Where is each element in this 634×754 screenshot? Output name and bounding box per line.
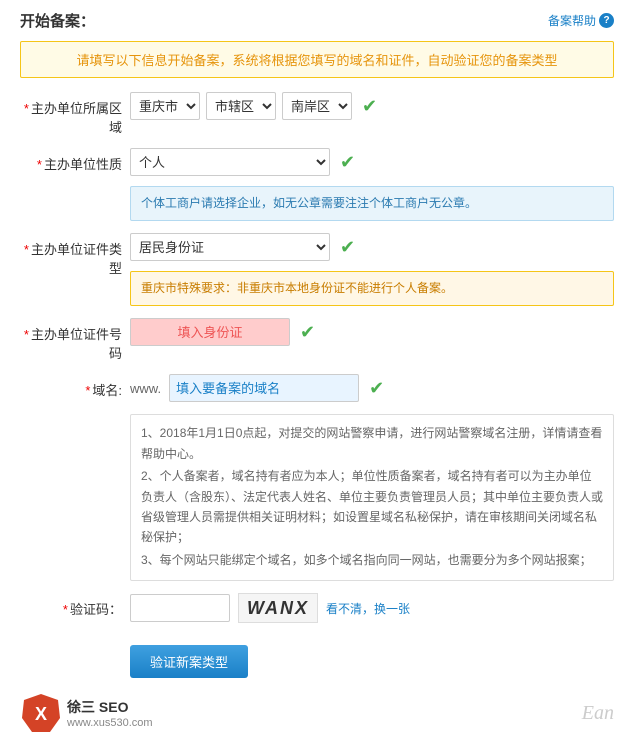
region-group: *主办单位所属区域 重庆市 市辖区 南岸区 ✔: [20, 92, 614, 136]
district-select[interactable]: 南岸区: [282, 92, 352, 120]
domain-check-icon: ✔: [369, 378, 384, 399]
logo-badge: X 徐三 SEO www.xus530.com: [20, 692, 153, 734]
cert-type-check-icon: ✔: [340, 237, 355, 258]
cert-type-select[interactable]: 居民身份证: [130, 233, 330, 261]
notes-content: 1、2018年1月1日0点起，对提交的网站警察申请，进行网站警察域名注册，详情请…: [130, 414, 614, 581]
captcha-group: *验证码： hanx WANX 看不清，换一张: [20, 593, 614, 623]
notice-bar: 请填写以下信息开始备案，系统将根据您填写的域名和证件，自动验证您的备案类型: [20, 41, 614, 78]
logo-svg: X: [20, 692, 62, 734]
notes-item-1: 1、2018年1月1日0点起，对提交的网站警察申请，进行网站警察域名注册，详情请…: [141, 423, 603, 464]
footer-section: X 徐三 SEO www.xus530.com Ean: [20, 692, 614, 734]
notes-item-3: 3、每个网站只能绑定个域名，如多个域名指向同一网站，也需要分为多个网站报案；: [141, 550, 603, 570]
submit-button[interactable]: 验证新案类型: [130, 645, 248, 678]
domain-input[interactable]: [169, 374, 359, 402]
cert-type-warning: 重庆市特殊要求：非重庆市本地身份证不能进行个人备案。: [130, 271, 614, 306]
logo-shape: X: [20, 692, 62, 734]
cert-type-content: 居民身份证 ✔ 重庆市特殊要求：非重庆市本地身份证不能进行个人备案。: [130, 233, 614, 306]
unit-type-content: 个人 ✔ 个体工商户请选择企业，如无公章需要注注个体工商户无公章。: [130, 148, 614, 221]
unit-type-select[interactable]: 个人: [130, 148, 330, 176]
svg-text:X: X: [35, 704, 47, 724]
captcha-refresh[interactable]: 看不清，换一张: [326, 600, 410, 617]
notes-item-2: 2、个人备案者，域名持有者应为本人；单位性质备案者，域名持有者可以为主办单位负责…: [141, 466, 603, 548]
domain-prefix: www.: [130, 381, 161, 396]
region-check-icon: ✔: [362, 96, 377, 117]
region-label: *主办单位所属区域: [20, 92, 130, 136]
captcha-image-text: WANX: [247, 598, 309, 619]
logo-name: 徐三 SEO: [67, 697, 153, 717]
help-link[interactable]: 备案帮助 ?: [548, 12, 614, 29]
help-icon: ?: [599, 13, 614, 28]
notes-group: 1、2018年1月1日0点起，对提交的网站警察申请，进行网站警察域名注册，详情请…: [20, 414, 614, 581]
page-header: 开始备案： 备案帮助 ?: [20, 10, 614, 31]
domain-label: *域名:: [20, 374, 130, 399]
region-content: 重庆市 市辖区 南岸区 ✔: [130, 92, 614, 120]
cert-no-check-icon: ✔: [300, 322, 315, 343]
unit-type-label: *主办单位性质: [20, 148, 130, 173]
notes-box: 1、2018年1月1日0点起，对提交的网站警察申请，进行网站警察域名注册，详情请…: [130, 414, 614, 581]
submit-row: 验证新案类型: [20, 635, 614, 678]
ean-watermark: Ean: [582, 702, 614, 725]
cert-no-label: *主办单位证件号码: [20, 318, 130, 362]
logo-text-block: 徐三 SEO www.xus530.com: [67, 697, 153, 729]
unit-type-group: *主办单位性质 个人 ✔ 个体工商户请选择企业，如无公章需要注注个体工商户无公章…: [20, 148, 614, 221]
cert-type-label: *主办单位证件类型: [20, 233, 130, 277]
cert-type-group: *主办单位证件类型 居民身份证 ✔ 重庆市特殊要求：非重庆市本地身份证不能进行个…: [20, 233, 614, 306]
domain-group: *域名: www. ✔: [20, 374, 614, 402]
page-title: 开始备案：: [20, 10, 95, 31]
cert-no-content: ✔: [130, 318, 614, 346]
domain-content: www. ✔: [130, 374, 614, 402]
captcha-image[interactable]: WANX: [238, 593, 318, 623]
help-text: 备案帮助: [548, 12, 596, 29]
unit-type-info: 个体工商户请选择企业，如无公章需要注注个体工商户无公章。: [130, 186, 614, 221]
cert-no-input[interactable]: [130, 318, 290, 346]
notes-spacer: [20, 414, 130, 420]
captcha-label: *验证码：: [20, 593, 130, 618]
captcha-input[interactable]: hanx: [130, 594, 230, 622]
city-select[interactable]: 市辖区: [206, 92, 276, 120]
province-select[interactable]: 重庆市: [130, 92, 200, 120]
logo-url: www.xus530.com: [67, 717, 153, 729]
captcha-content: hanx WANX 看不清，换一张: [130, 593, 614, 623]
cert-no-group: *主办单位证件号码 ✔: [20, 318, 614, 362]
captcha-row: hanx WANX 看不清，换一张: [130, 593, 410, 623]
unit-type-check-icon: ✔: [340, 152, 355, 173]
